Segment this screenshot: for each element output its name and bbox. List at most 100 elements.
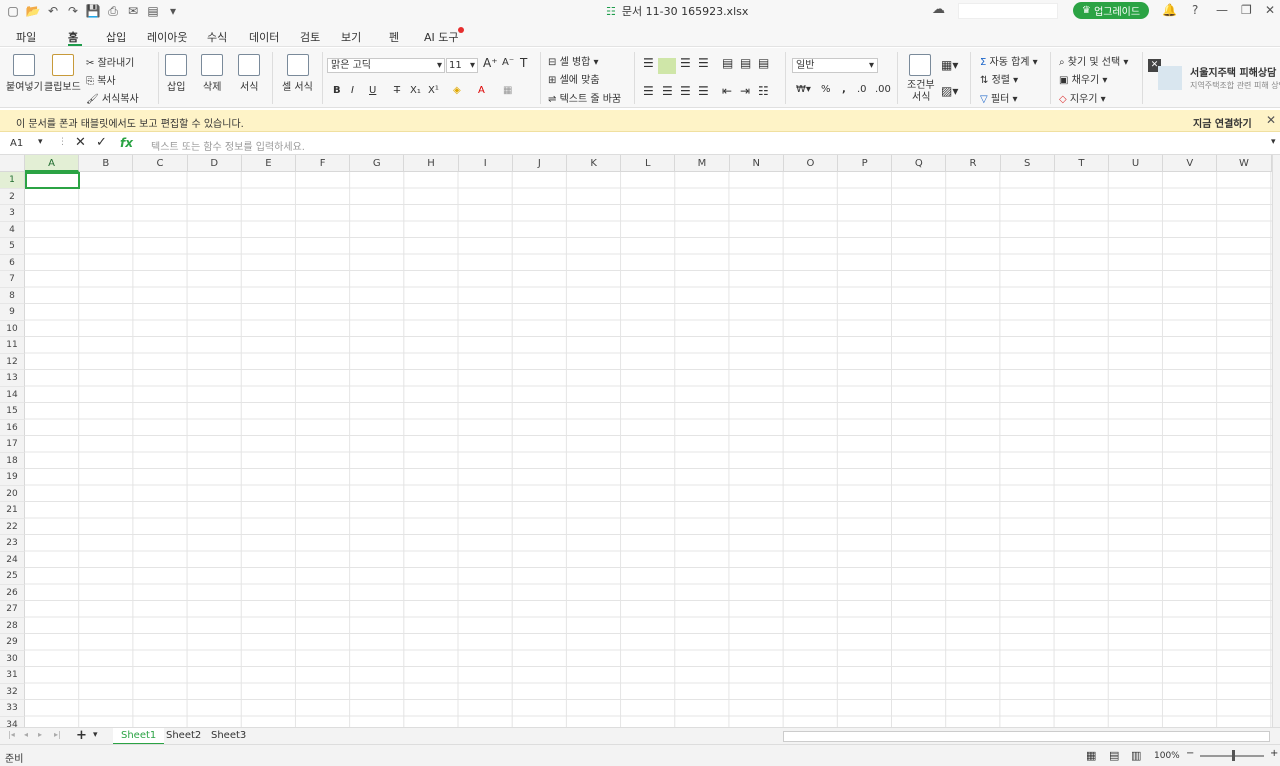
sheet-tab-1[interactable]: Sheet1 <box>113 728 165 745</box>
paste-button[interactable]: 붙여넣기 <box>6 78 43 93</box>
column-header[interactable]: A <box>25 155 80 172</box>
last-sheet-icon[interactable]: ▸| <box>54 730 61 739</box>
justify-icon[interactable]: ☰ <box>698 56 709 70</box>
column-header[interactable]: N <box>729 155 784 172</box>
expand-icon[interactable]: ▾ <box>1271 137 1276 147</box>
menu-home[interactable]: 홈 <box>68 29 78 45</box>
find-select-button[interactable]: ⌕ 찾기 및 선택 ▾ <box>1059 53 1128 68</box>
minimize-icon[interactable]: — <box>1216 3 1228 17</box>
zoom-in-icon[interactable]: + <box>1270 748 1278 759</box>
row-header[interactable]: 25 <box>0 568 25 585</box>
filter-button[interactable]: ▽ 필터 ▾ <box>980 90 1018 105</box>
row-header[interactable]: 4 <box>0 221 25 238</box>
column-header[interactable]: I <box>458 155 513 172</box>
row-header[interactable]: 32 <box>0 683 25 700</box>
add-sheet-button[interactable]: + <box>76 728 87 743</box>
formula-input[interactable]: 텍스트 또는 함수 정보를 입력하세요. <box>151 138 305 153</box>
decrease-decimal-icon[interactable]: .00 <box>875 84 891 95</box>
menu-formula[interactable]: 수식 <box>207 29 227 45</box>
row-header[interactable]: 22 <box>0 518 25 535</box>
column-header[interactable]: J <box>512 155 567 172</box>
first-sheet-icon[interactable]: |◂ <box>8 730 15 739</box>
account-box[interactable] <box>958 3 1058 19</box>
number-format-select[interactable]: 일반 ▾ <box>792 58 878 73</box>
row-header[interactable]: 30 <box>0 650 25 667</box>
column-header[interactable]: B <box>79 155 134 172</box>
row-header[interactable]: 5 <box>0 238 25 255</box>
column-header[interactable]: R <box>946 155 1001 172</box>
row-header[interactable]: 2 <box>0 188 25 205</box>
align-right-icon[interactable]: ☰ <box>680 84 691 98</box>
row-header[interactable]: 24 <box>0 551 25 568</box>
menu-insert[interactable]: 삽입 <box>106 29 126 45</box>
next-sheet-icon[interactable]: ▸ <box>38 730 42 739</box>
table-format-icon[interactable]: ▦▾ <box>941 58 958 72</box>
row-header[interactable]: 21 <box>0 502 25 519</box>
delete-cells-icon[interactable] <box>201 54 223 76</box>
cancel-icon[interactable]: ✕ <box>75 135 86 150</box>
comma-button[interactable]: , <box>842 84 846 95</box>
column-header[interactable]: H <box>404 155 459 172</box>
column-header[interactable]: Q <box>892 155 947 172</box>
row-header[interactable]: 33 <box>0 700 25 717</box>
column-header[interactable]: V <box>1163 155 1218 172</box>
column-header[interactable]: U <box>1109 155 1164 172</box>
cut-button[interactable]: ✂ 잘라내기 <box>86 54 134 69</box>
sheet-tab-2[interactable]: Sheet2 <box>158 728 209 745</box>
row-header[interactable]: 27 <box>0 601 25 618</box>
subscript-button[interactable]: X₁ <box>410 85 421 96</box>
row-header[interactable]: 28 <box>0 617 25 634</box>
align-left-icon[interactable]: ☰ <box>643 84 654 98</box>
row-header[interactable]: 18 <box>0 452 25 469</box>
merge-button[interactable]: ⊟ 셀 병합 ▾ <box>548 53 599 68</box>
currency-icon[interactable]: ₩▾ <box>796 84 811 95</box>
row-header[interactable]: 12 <box>0 353 25 370</box>
column-header[interactable]: P <box>838 155 893 172</box>
open-folder-icon[interactable]: 📂 <box>24 2 42 20</box>
row-header[interactable]: 13 <box>0 370 25 387</box>
column-header[interactable]: M <box>675 155 730 172</box>
column-header[interactable]: F <box>296 155 351 172</box>
cloud-icon[interactable]: ☁ <box>932 2 945 17</box>
column-header[interactable]: T <box>1054 155 1109 172</box>
fill-color-icon[interactable]: ◈ <box>453 85 461 96</box>
close-icon[interactable]: ✕ <box>1266 113 1276 127</box>
format-cells-icon[interactable] <box>238 54 260 76</box>
font-grow-button[interactable]: A⁺ <box>483 56 498 70</box>
column-header[interactable]: D <box>187 155 242 172</box>
bold-button[interactable]: B <box>333 85 341 96</box>
row-header[interactable]: 16 <box>0 419 25 436</box>
function-icon[interactable]: fx <box>120 136 133 150</box>
column-header[interactable]: C <box>133 155 188 172</box>
format-painter-button[interactable]: 🖌 서식복사 <box>86 90 139 105</box>
vertical-scrollbar[interactable] <box>1272 155 1280 727</box>
justify-all-icon[interactable]: ☰ <box>698 84 709 98</box>
conditional-format-line2[interactable]: 서식 <box>912 88 930 103</box>
borders-icon[interactable]: ▦ <box>503 85 512 96</box>
copy-button[interactable]: ⎘ 복사 <box>86 72 116 87</box>
menu-file[interactable]: 파일 <box>16 29 36 45</box>
paste-icon[interactable] <box>13 54 35 76</box>
zoom-slider-handle[interactable] <box>1232 750 1235 761</box>
column-header[interactable]: K <box>567 155 622 172</box>
name-box[interactable]: A1 <box>10 138 23 149</box>
align-bottom-icon[interactable]: ☰ <box>680 56 691 70</box>
close-icon[interactable]: ✕ <box>1265 3 1275 17</box>
conditional-format-icon[interactable] <box>909 54 931 76</box>
row-header[interactable]: 14 <box>0 386 25 403</box>
format-button[interactable]: 서식 <box>240 78 258 93</box>
font-shrink-button[interactable]: A⁻ <box>502 57 514 68</box>
row-header[interactable]: 23 <box>0 535 25 552</box>
redo-icon[interactable]: ↷ <box>64 2 82 20</box>
decrease-indent-icon[interactable]: ⇤ <box>722 84 732 98</box>
row-header[interactable]: 3 <box>0 205 25 222</box>
connect-now-link[interactable]: 지금 연결하기 <box>1193 115 1252 130</box>
undo-icon[interactable]: ↶ <box>44 2 62 20</box>
mail-icon[interactable]: ✉ <box>124 2 142 20</box>
increase-indent-icon[interactable]: ⇥ <box>740 84 750 98</box>
row-header[interactable]: 1 <box>0 172 25 189</box>
strikethrough-button[interactable]: T̶ <box>394 85 400 96</box>
wrap-text-button[interactable]: ⇌ 텍스트 줄 바꿈 <box>548 90 621 105</box>
menu-layout[interactable]: 레이아웃 <box>147 29 187 45</box>
underline-button[interactable]: U <box>369 85 376 96</box>
